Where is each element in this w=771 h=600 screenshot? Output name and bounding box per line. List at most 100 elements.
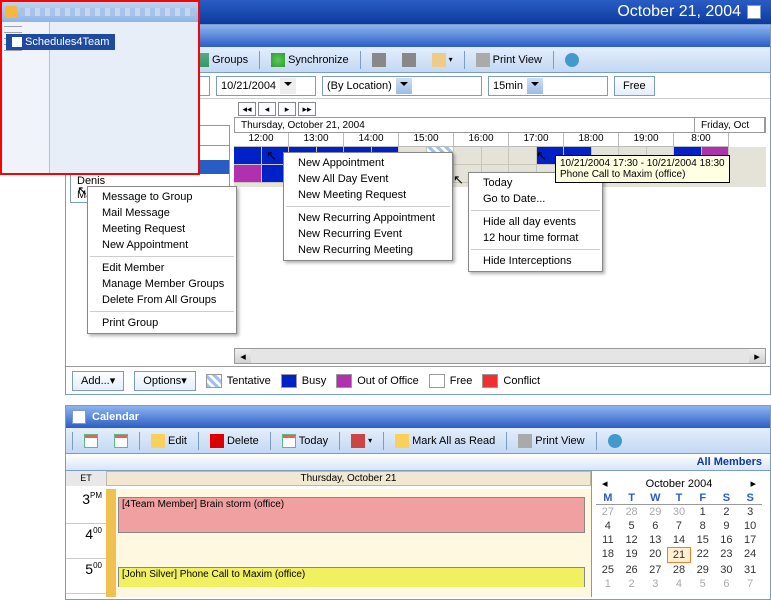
mini-day[interactable]: 14 [667, 533, 691, 547]
mini-day[interactable]: 7 [667, 519, 691, 533]
mini-day[interactable]: 5 [691, 577, 715, 591]
cal-day-view[interactable]: ET Thursday, October 21 3PM400500 [4Team… [66, 471, 591, 597]
mini-day[interactable]: 27 [643, 563, 667, 577]
menu-item[interactable]: New Appointment [88, 237, 236, 253]
mini-day[interactable]: 18 [596, 547, 620, 563]
mini-prev-button[interactable]: ◂ [598, 477, 612, 490]
date-dropdown[interactable]: 10/21/2004 [216, 76, 316, 96]
mini-day[interactable]: 13 [643, 533, 667, 547]
menu-item[interactable]: New Recurring Appointment [284, 210, 452, 226]
menu-item[interactable]: Hide Interceptions [469, 253, 602, 269]
next-page-button[interactable]: ▸▸ [298, 102, 316, 116]
mini-day[interactable]: 31 [738, 563, 762, 577]
today-button[interactable]: Today [275, 431, 335, 451]
delete-button[interactable]: Delete [203, 431, 266, 451]
mini-day[interactable]: 29 [643, 505, 667, 519]
mini-day[interactable]: 6 [715, 577, 739, 591]
options-button[interactable]: Options ▾ [134, 371, 195, 391]
event-area[interactable]: [4Team Member] Brain storm (office) [Joh… [106, 489, 591, 597]
mini-day[interactable]: 2 [620, 577, 644, 591]
menu-item[interactable]: New All Day Event [284, 171, 452, 187]
cal-print-button[interactable]: Print View [511, 431, 591, 451]
scroll-right-button[interactable]: ▸ [749, 349, 765, 363]
menu-item[interactable]: Print Group [88, 315, 236, 331]
mini-day[interactable]: 12 [620, 533, 644, 547]
mini-cal-grid[interactable]: MTWTFSS272829301234567891011121314151617… [596, 492, 762, 591]
prev-button[interactable]: ◂ [258, 102, 276, 116]
menu-item[interactable]: New Appointment [284, 155, 452, 171]
menu-item[interactable]: Hide all day events [469, 214, 602, 230]
mini-day[interactable]: 25 [596, 563, 620, 577]
all-members-header[interactable]: All Members [66, 454, 770, 471]
event-brainstorm[interactable]: [4Team Member] Brain storm (office) [118, 497, 585, 533]
event-phonecall[interactable]: [John Silver] Phone Call to Maxim (offic… [118, 567, 585, 587]
interval-dropdown[interactable]: 15min [488, 76, 608, 96]
mini-day[interactable]: 7 [738, 577, 762, 591]
layout-dropdown[interactable]: (By Location) [322, 76, 482, 96]
menu-item[interactable]: Meeting Request [88, 221, 236, 237]
thumb-tab-schedules4team[interactable]: Schedules4Team [6, 34, 115, 50]
mini-day[interactable]: 11 [596, 533, 620, 547]
cal-view1-button[interactable] [77, 431, 105, 451]
mini-day[interactable]: 6 [643, 519, 667, 533]
mini-day[interactable]: 9 [715, 519, 739, 533]
menu-item[interactable]: Delete From All Groups [88, 292, 236, 308]
mini-day[interactable]: 15 [691, 533, 715, 547]
mini-day[interactable]: 21 [667, 547, 691, 563]
mini-day[interactable]: 20 [643, 547, 667, 563]
mini-day[interactable]: 24 [738, 547, 762, 563]
h-scrollbar[interactable]: ◂ ▸ [234, 348, 766, 364]
scroll-left-button[interactable]: ◂ [235, 349, 251, 363]
date-context-menu[interactable]: TodayGo to Date...Hide all day events12 … [468, 172, 603, 272]
mini-day[interactable]: 17 [738, 533, 762, 547]
free-button[interactable]: Free [614, 76, 655, 96]
mini-day[interactable]: 16 [715, 533, 739, 547]
member-context-menu[interactable]: Message to GroupMail MessageMeeting Requ… [87, 186, 237, 334]
mini-day[interactable]: 4 [667, 577, 691, 591]
mini-day[interactable]: 23 [715, 547, 739, 563]
cal-view2-button[interactable] [107, 431, 135, 451]
menu-item[interactable]: Edit Member [88, 260, 236, 276]
menu-item[interactable]: Manage Member Groups [88, 276, 236, 292]
menu-item[interactable]: New Meeting Request [284, 187, 452, 203]
next-button[interactable]: ▸ [278, 102, 296, 116]
mini-day[interactable]: 26 [620, 563, 644, 577]
cal-flag-button[interactable]: ▾ [344, 431, 379, 451]
mark-read-button[interactable]: Mark All as Read [388, 431, 502, 451]
menu-item[interactable]: Mail Message [88, 205, 236, 221]
help-button[interactable] [558, 50, 586, 70]
menu-item[interactable]: Go to Date... [469, 191, 602, 207]
mini-day[interactable]: 5 [620, 519, 644, 533]
mini-day[interactable]: 28 [667, 563, 691, 577]
mini-day[interactable]: 30 [667, 505, 691, 519]
mini-day[interactable]: 10 [738, 519, 762, 533]
cal-help-button[interactable] [601, 431, 629, 451]
menu-item[interactable]: Message to Group [88, 189, 236, 205]
mini-day[interactable]: 3 [643, 577, 667, 591]
sync-button[interactable]: Synchronize [264, 50, 356, 70]
add-button[interactable]: Add... ▾ [72, 371, 124, 391]
opt1-button[interactable] [365, 50, 393, 70]
opt3-button[interactable]: ▾ [425, 50, 460, 70]
mini-next-button[interactable]: ▸ [746, 477, 760, 490]
menu-item[interactable]: New Recurring Meeting [284, 242, 452, 258]
opt2-button[interactable] [395, 50, 423, 70]
edit-button[interactable]: Edit [144, 431, 194, 451]
print-button[interactable]: Print View [469, 50, 549, 70]
mini-day[interactable]: 4 [596, 519, 620, 533]
mini-day[interactable]: 28 [620, 505, 644, 519]
mini-day[interactable]: 3 [738, 505, 762, 519]
mini-day[interactable]: 29 [691, 563, 715, 577]
mini-day[interactable]: 19 [620, 547, 644, 563]
timeline-context-menu[interactable]: New AppointmentNew All Day EventNew Meet… [283, 152, 453, 261]
mini-calendar[interactable]: ◂ October 2004 ▸ MTWTFSS2728293012345678… [591, 471, 766, 597]
mini-day[interactable]: 8 [691, 519, 715, 533]
mini-day[interactable]: 2 [715, 505, 739, 519]
mini-day[interactable]: 30 [715, 563, 739, 577]
prev-page-button[interactable]: ◂◂ [238, 102, 256, 116]
menu-item[interactable]: 12 hour time format [469, 230, 602, 246]
mini-day[interactable]: 22 [691, 547, 715, 563]
mini-day[interactable]: 1 [691, 505, 715, 519]
mini-day[interactable]: 27 [596, 505, 620, 519]
mini-day[interactable]: 1 [596, 577, 620, 591]
